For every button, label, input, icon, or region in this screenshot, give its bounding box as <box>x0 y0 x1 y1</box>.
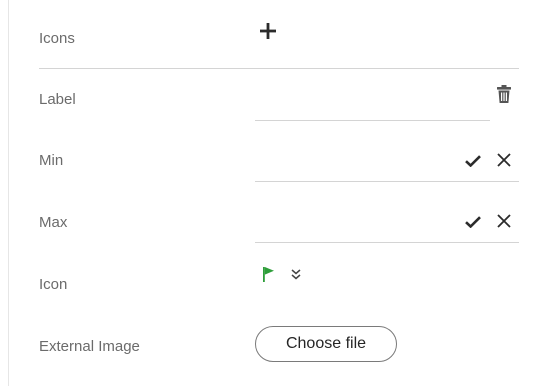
close-icon[interactable] <box>497 214 511 228</box>
trash-icon[interactable] <box>497 85 511 103</box>
flag-icon[interactable] <box>263 267 275 282</box>
choose-file-button[interactable]: Choose file <box>255 326 397 362</box>
icons-label: Icons <box>39 30 75 47</box>
min-input-underline <box>255 181 519 182</box>
close-icon[interactable] <box>497 153 511 167</box>
label-label: Label <box>39 91 76 108</box>
external-image-label: External Image <box>39 338 140 355</box>
min-label: Min <box>39 152 64 169</box>
check-icon[interactable] <box>465 216 481 228</box>
icon-label: Icon <box>39 276 68 293</box>
max-input[interactable] <box>255 207 455 241</box>
min-input[interactable] <box>255 145 455 179</box>
label-input-underline <box>255 120 490 121</box>
max-label: Max <box>39 214 68 231</box>
row-divider <box>39 68 519 69</box>
label-input[interactable] <box>255 84 487 118</box>
max-input-underline <box>255 242 519 243</box>
check-icon[interactable] <box>465 155 481 167</box>
left-border <box>8 0 9 386</box>
plus-icon[interactable] <box>260 23 276 39</box>
double-chevron-down-icon[interactable] <box>291 269 301 280</box>
